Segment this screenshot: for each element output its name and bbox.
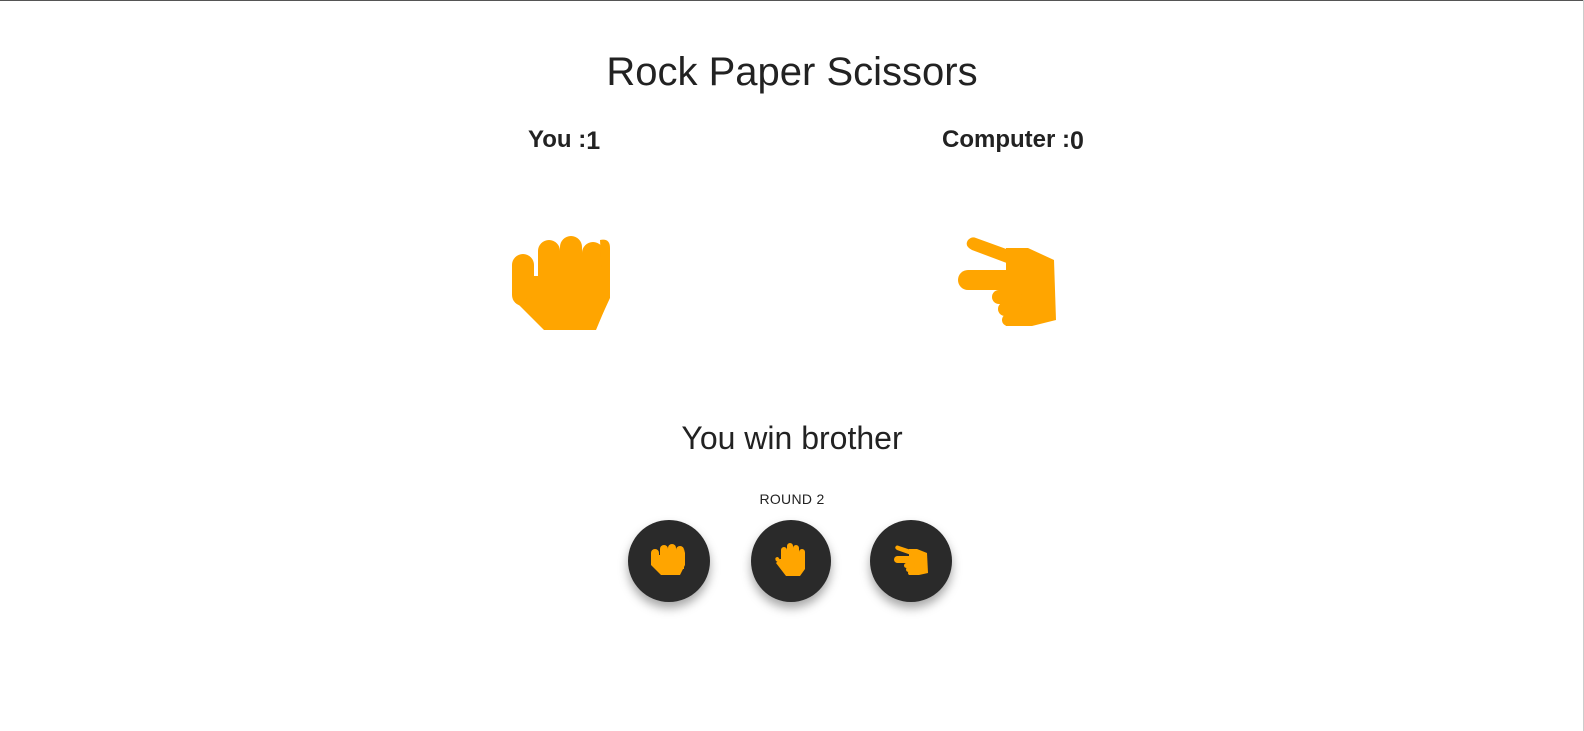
computer-score-label: Computer : [942,126,1070,153]
player-score: You :1 [528,124,600,155]
scissors-hand-icon [958,236,1068,332]
rock-hand-icon [650,543,688,580]
round-indicator: ROUND 2 [759,491,825,507]
window-top-border [0,0,1584,1]
rock-hand-icon [510,236,620,332]
computer-score-value: 0 [1070,127,1084,155]
paper-hand-icon [772,542,810,580]
paper-button[interactable] [751,520,831,602]
scissors-hand-icon [892,543,930,580]
scissors-button[interactable] [870,520,952,602]
computer-score: Computer :0 [942,124,1084,155]
player-score-value: 1 [586,127,601,155]
result-message: You win brother [681,420,903,456]
player-score-label: You : [528,126,587,153]
rock-button[interactable] [628,520,710,602]
page-title: Rock Paper Scissors [606,50,978,94]
